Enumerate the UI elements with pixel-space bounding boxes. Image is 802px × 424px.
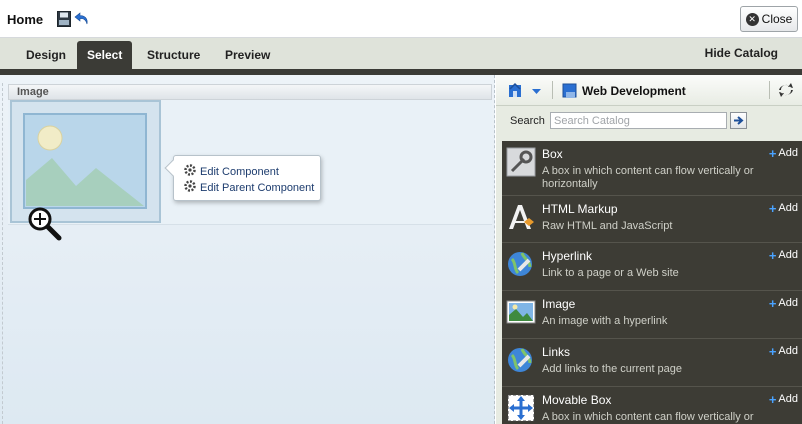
add-box-button[interactable]: + Add <box>769 147 798 160</box>
catalog-search-row: Search <box>496 106 802 138</box>
catalog-item-image[interactable]: Image An image with a hyperlink + Add <box>502 291 802 339</box>
catalog-item-html-markup[interactable]: HTML Markup Raw HTML and JavaScript + Add <box>502 196 802 243</box>
hide-catalog-link[interactable]: Hide Catalog <box>705 46 778 60</box>
box-icon <box>506 147 536 177</box>
add-html-markup-button[interactable]: + Add <box>769 202 798 215</box>
tab-preview[interactable]: Preview <box>215 41 280 69</box>
add-hyperlink-button[interactable]: + Add <box>769 249 798 262</box>
edit-component-item[interactable]: Edit Component <box>183 163 279 180</box>
tab-select[interactable]: Select <box>77 41 133 69</box>
catalog-item-box[interactable]: Box A box in which content can flow vert… <box>502 141 802 196</box>
edit-parent-component-item[interactable]: Edit Parent Component <box>183 179 314 196</box>
component-context-menu: Edit Component Edit Parent Component <box>164 155 321 201</box>
catalog-toolbar: Web Development <box>496 75 802 106</box>
component-catalog-panel: Web Development Search Box A box in whic… <box>496 75 802 424</box>
catalog-folder-label: Web Development <box>582 84 686 98</box>
chevron-down-icon[interactable] <box>532 85 541 99</box>
tab-design[interactable]: Design <box>16 41 76 69</box>
search-label: Search <box>510 115 545 127</box>
html-markup-icon <box>506 202 536 232</box>
component-header[interactable]: Image <box>8 84 492 100</box>
gear-icon <box>183 163 197 180</box>
page-title: Home <box>7 12 44 27</box>
catalog-item-movable-box[interactable]: Movable Box A box in which content can f… <box>502 387 802 424</box>
catalog-item-list: Box A box in which content can flow vert… <box>502 141 802 424</box>
catalog-item-hyperlink[interactable]: Hyperlink Link to a page or a Web site +… <box>502 243 802 291</box>
tab-structure[interactable]: Structure <box>137 41 210 69</box>
zoom-magnifier-icon <box>27 206 63 245</box>
toolbar-icons <box>57 11 91 30</box>
search-go-button[interactable] <box>730 112 747 129</box>
search-input[interactable] <box>550 112 727 129</box>
add-image-button[interactable]: + Add <box>769 297 798 310</box>
close-button[interactable]: ✕ Close <box>740 6 798 32</box>
top-bar: Home ✕ Close <box>0 0 802 38</box>
catalog-item-links[interactable]: Links Add links to the current page + Add <box>502 339 802 387</box>
mode-tab-bar: Design Select Structure Preview Hide Cat… <box>0 38 802 69</box>
movable-box-icon <box>506 393 536 423</box>
component-header-label: Image <box>17 86 49 98</box>
save-icon[interactable] <box>57 11 71 30</box>
close-label: Close <box>761 12 793 26</box>
arrow-right-icon <box>734 116 744 125</box>
image-icon <box>506 297 536 327</box>
add-movable-box-button[interactable]: + Add <box>769 393 798 406</box>
add-links-button[interactable]: + Add <box>769 345 798 358</box>
hyperlink-icon <box>506 249 536 279</box>
image-placeholder-icon <box>12 102 159 221</box>
folder-icon <box>562 83 578 102</box>
catalog-home-icon[interactable] <box>508 82 524 101</box>
refresh-icon[interactable] <box>778 82 794 101</box>
undo-icon[interactable] <box>73 11 91 30</box>
links-icon <box>506 345 536 375</box>
close-icon: ✕ <box>745 12 759 26</box>
image-component[interactable] <box>10 100 161 223</box>
gear-icon <box>183 179 197 196</box>
